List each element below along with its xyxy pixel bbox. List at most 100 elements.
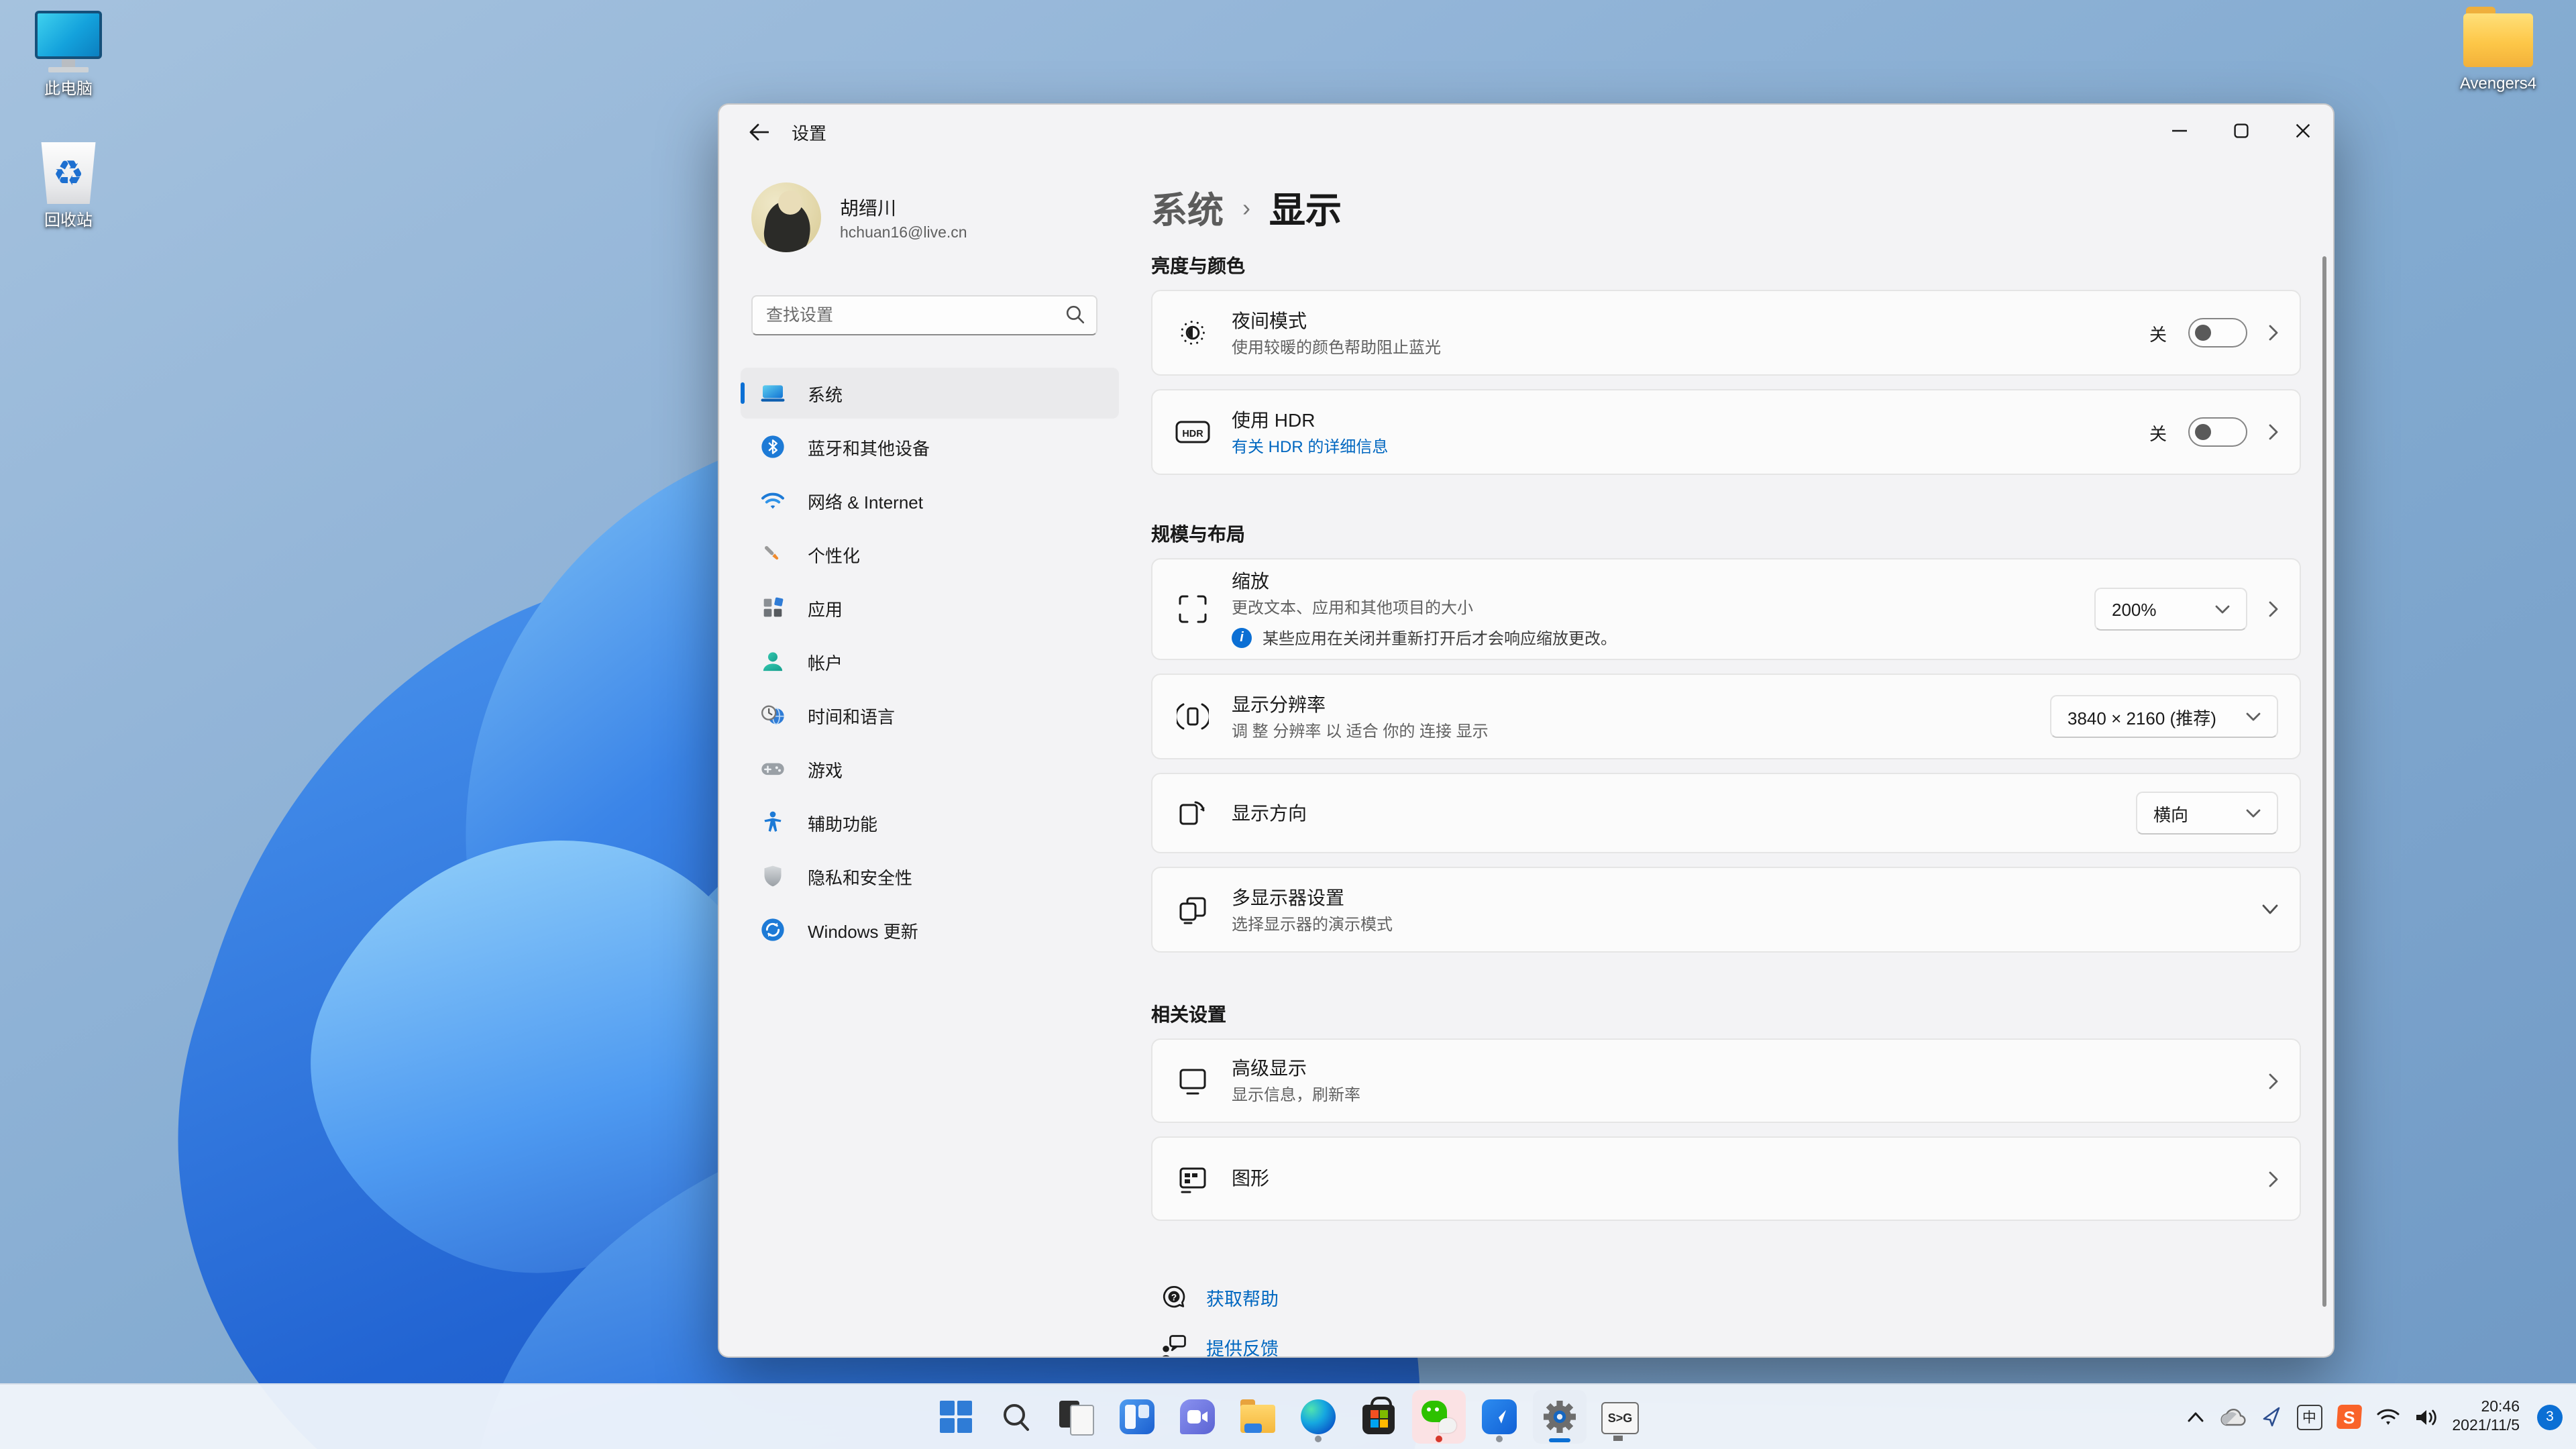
chevron-down-icon <box>2215 604 2230 614</box>
wechat-button[interactable] <box>1412 1390 1466 1444</box>
back-button[interactable] <box>735 113 781 150</box>
night-light-icon <box>1175 317 1210 349</box>
sidebar-item-label: 应用 <box>808 595 843 621</box>
chevron-right-icon[interactable] <box>2269 1171 2278 1187</box>
chevron-right-icon[interactable] <box>2269 601 2278 617</box>
chevron-right-icon[interactable] <box>2269 325 2278 341</box>
chat-button[interactable] <box>1171 1390 1224 1444</box>
sidebar-item-label: 帐户 <box>808 649 843 674</box>
screentogif-button[interactable]: S>G <box>1593 1390 1647 1444</box>
row-title: 图形 <box>1232 1166 2247 1191</box>
titlebar[interactable]: 设置 <box>719 105 2333 158</box>
scale-info-text: 某些应用在关闭并重新打开后才会响应缩放更改。 <box>1263 627 1617 649</box>
row-use-hdr[interactable]: HDR 使用 HDR 有关 HDR 的详细信息 关 <box>1151 389 2301 475</box>
row-multi-display[interactable]: 多显示器设置 选择显示器的演示模式 <box>1151 867 2301 953</box>
sidebar-item-label: 蓝牙和其他设备 <box>808 434 930 460</box>
ime-indicator[interactable]: 中 <box>2296 1404 2322 1430</box>
resolution-select[interactable]: 3840 × 2160 (推荐) <box>2050 695 2278 738</box>
taskbar-app-buttons: S>G <box>929 1390 1647 1444</box>
sidebar-item-bluetooth[interactable]: 蓝牙和其他设备 <box>741 421 1119 472</box>
tray-date: 2021/11/5 <box>2452 1417 2520 1436</box>
desktop-icon-label: 此电脑 <box>44 79 93 98</box>
launcher-app-button[interactable] <box>1472 1390 1526 1444</box>
sidebar-item-windows-update[interactable]: Windows 更新 <box>741 904 1119 955</box>
taskbar-search-button[interactable] <box>989 1390 1043 1444</box>
search-input[interactable] <box>751 295 1097 335</box>
close-button[interactable] <box>2271 105 2333 156</box>
blue-arrow-app-icon <box>1482 1399 1517 1434</box>
row-resolution[interactable]: 显示分辨率 调 整 分辨率 以 适合 你的 连接 显示 3840 × 2160 … <box>1151 674 2301 759</box>
settings-taskbar-button[interactable] <box>1533 1390 1587 1444</box>
row-scale[interactable]: 缩放 更改文本、应用和其他项目的大小 i 某些应用在关闭并重新打开后才会响应缩放… <box>1151 558 2301 660</box>
system-icon <box>759 380 786 407</box>
wifi-tray-icon[interactable] <box>2375 1407 2400 1426</box>
toggle-state-label: 关 <box>2149 320 2167 345</box>
sidebar-item-label: 时间和语言 <box>808 702 895 728</box>
sidebar-item-privacy[interactable]: 隐私和安全性 <box>741 851 1119 902</box>
sidebar-item-time-language[interactable]: 时间和语言 <box>741 690 1119 741</box>
close-icon <box>2296 124 2309 137</box>
notification-count-badge[interactable]: 3 <box>2537 1404 2563 1430</box>
svg-text:?: ? <box>1171 1292 1177 1302</box>
row-graphics[interactable]: 图形 <box>1151 1136 2301 1221</box>
breadcrumb-parent[interactable]: 系统 <box>1151 180 1224 233</box>
desktop-icon-folder-avengers4[interactable]: Avengers4 <box>2439 13 2557 93</box>
tray-time: 20:46 <box>2452 1398 2520 1417</box>
sidebar-item-personalization[interactable]: 个性化 <box>741 529 1119 580</box>
sidebar-item-accounts[interactable]: 帐户 <box>741 636 1119 687</box>
feedback-link[interactable]: 提供反馈 <box>1151 1332 2301 1358</box>
toggle-knob <box>2195 423 2211 439</box>
sidebar-item-label: 系统 <box>808 380 843 406</box>
desktop: 此电脑 ♻ 回收站 Avengers4 设置 胡缙川 <box>0 0 2576 1449</box>
resolution-value: 3840 × 2160 (推荐) <box>2068 704 2216 729</box>
start-button[interactable] <box>929 1390 983 1444</box>
desktop-icon-this-pc[interactable]: 此电脑 <box>9 11 127 98</box>
window-scrollbar[interactable] <box>2322 256 2326 1307</box>
hidden-icons-chevron[interactable] <box>2186 1411 2204 1422</box>
sidebar-item-accessibility[interactable]: 辅助功能 <box>741 797 1119 848</box>
back-arrow-icon <box>750 124 767 139</box>
user-card[interactable]: 胡缙川 hchuan16@live.cn <box>751 182 1130 252</box>
recycle-bin-icon: ♻ <box>39 142 98 204</box>
advanced-display-icon <box>1175 1066 1210 1095</box>
selected-indicator <box>741 382 745 404</box>
chevron-right-icon[interactable] <box>2269 424 2278 440</box>
file-explorer-button[interactable] <box>1231 1390 1285 1444</box>
widgets-button[interactable] <box>1110 1390 1164 1444</box>
hdr-toggle[interactable] <box>2188 417 2247 447</box>
page-title: 显示 <box>1269 180 1342 233</box>
row-advanced-display[interactable]: 高级显示 显示信息，刷新率 <box>1151 1038 2301 1123</box>
scale-select[interactable]: 200% <box>2094 588 2247 631</box>
clock[interactable]: 20:46 2021/11/5 <box>2452 1398 2520 1436</box>
sogou-input-icon[interactable]: S <box>2336 1405 2362 1429</box>
row-orientation[interactable]: 显示方向 横向 <box>1151 773 2301 853</box>
microsoft-store-button[interactable] <box>1352 1390 1405 1444</box>
desktop-icon-recycle-bin[interactable]: ♻ 回收站 <box>9 142 127 229</box>
hdr-details-link[interactable]: 有关 HDR 的详细信息 <box>1232 435 2128 457</box>
sidebar-item-label: 网络 & Internet <box>808 488 923 513</box>
row-night-mode[interactable]: 夜间模式 使用较暖的颜色帮助阻止蓝光 关 <box>1151 290 2301 376</box>
sidebar-item-gaming[interactable]: 游戏 <box>741 743 1119 794</box>
system-tray: 中 S 20:46 2021/11/5 3 <box>2186 1385 2563 1449</box>
orientation-select[interactable]: 横向 <box>2136 792 2278 835</box>
minimize-button[interactable] <box>2148 105 2210 156</box>
night-mode-toggle[interactable] <box>2188 318 2247 347</box>
expand-chevron-icon[interactable] <box>2262 904 2278 915</box>
breadcrumb-separator: › <box>1242 191 1250 223</box>
edge-button[interactable] <box>1291 1390 1345 1444</box>
row-title: 显示分辨率 <box>1232 692 2029 717</box>
row-subtitle: 调 整 分辨率 以 适合 你的 连接 显示 <box>1232 720 2029 741</box>
maximize-button[interactable] <box>2210 105 2271 156</box>
get-help-link[interactable]: ? 获取帮助 <box>1151 1283 2301 1312</box>
sidebar-item-apps[interactable]: 应用 <box>741 582 1119 633</box>
sidebar-item-system[interactable]: 系统 <box>741 368 1119 419</box>
notification-indicator <box>1436 1435 1442 1442</box>
toggle-state-label: 关 <box>2149 419 2167 445</box>
task-view-button[interactable] <box>1050 1390 1104 1444</box>
navigation-arrow-icon[interactable] <box>2260 1406 2282 1428</box>
sidebar-item-network[interactable]: 网络 & Internet <box>741 475 1119 526</box>
volume-icon[interactable] <box>2414 1407 2437 1427</box>
section-header-brightness-color: 亮度与颜色 <box>1151 252 2301 279</box>
chevron-right-icon[interactable] <box>2269 1073 2278 1089</box>
onedrive-cloud-icon[interactable] <box>2218 1407 2245 1426</box>
